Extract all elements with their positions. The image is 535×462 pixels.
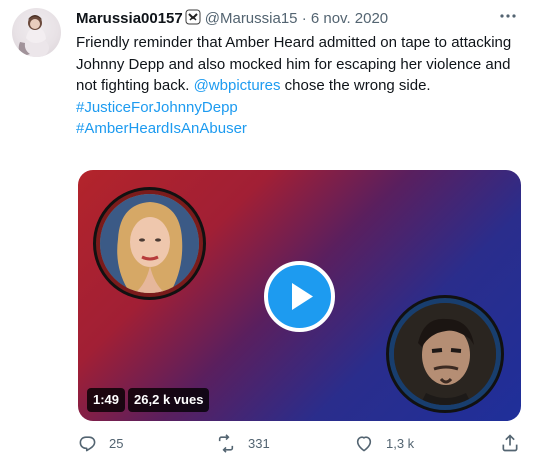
- avatar[interactable]: [12, 8, 61, 57]
- retweet-icon: [218, 433, 234, 453]
- profile-badge-icon: [185, 9, 201, 31]
- reply-icon: [79, 435, 96, 451]
- share-icon: [502, 434, 518, 452]
- play-icon: [292, 283, 313, 310]
- like-icon: [356, 435, 372, 451]
- play-button[interactable]: [264, 261, 335, 332]
- mention-link[interactable]: @wbpictures: [194, 77, 281, 94]
- tweet[interactable]: Marussia00157 @Marussia15 · 6 nov. 2020 F…: [0, 0, 535, 462]
- more-icon[interactable]: [497, 9, 519, 23]
- like-count: 1,3 k: [386, 435, 415, 451]
- handle[interactable]: @Marussia15: [205, 10, 298, 27]
- tweet-header: Marussia00157 @Marussia15 · 6 nov. 2020: [76, 9, 526, 31]
- video-stats: 1:49 26,2 k vues: [87, 388, 210, 412]
- like-button[interactable]: 1,3 k: [354, 432, 414, 454]
- tweet-body-text-end: chose the wrong side.: [280, 77, 431, 94]
- reply-button[interactable]: 25: [78, 432, 123, 454]
- retweet-button[interactable]: 331: [216, 432, 270, 454]
- video-player[interactable]: 1:49 26,2 k vues: [78, 170, 521, 421]
- retweet-count: 331: [248, 435, 270, 451]
- reply-count: 25: [109, 435, 124, 451]
- hashtag-link[interactable]: #JusticeForJohnnyDepp: [76, 99, 238, 116]
- avatar-image: [18, 15, 49, 57]
- tweet-actions: 25 331 1,3 k: [78, 432, 522, 454]
- hashtag-link[interactable]: #AmberHeardIsAnAbuser: [76, 120, 247, 137]
- portrait-image: [100, 194, 199, 293]
- video-duration: 1:49: [87, 388, 126, 412]
- display-name[interactable]: Marussia00157: [76, 10, 183, 27]
- video-views: 26,2 k vues: [128, 388, 210, 412]
- tweet-date[interactable]: 6 nov. 2020: [311, 10, 388, 27]
- tweet-text: Friendly reminder that Amber Heard admit…: [76, 32, 528, 140]
- separator: ·: [301, 10, 307, 27]
- portrait-image: [394, 303, 496, 405]
- share-button[interactable]: [500, 432, 520, 454]
